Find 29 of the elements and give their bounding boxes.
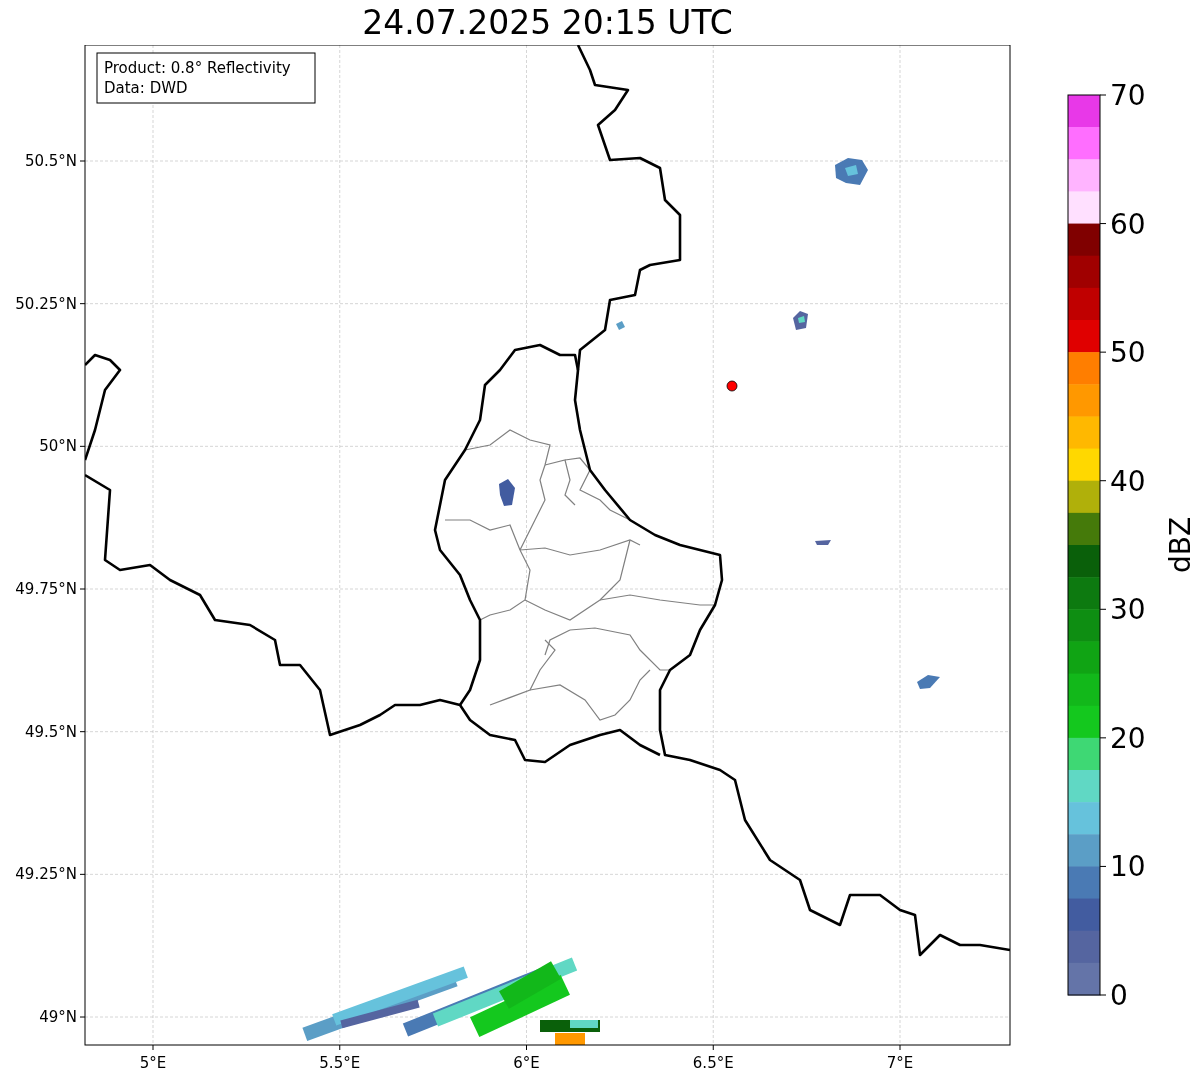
colorbar-tick-label: 10 — [1110, 850, 1146, 884]
colorbar-tick-label: 50 — [1110, 336, 1146, 370]
x-tick-label: 7°E — [886, 1054, 914, 1072]
y-tick-label: 50°N — [39, 437, 77, 456]
station-marker — [726, 380, 738, 392]
colorbar-tick-label: 40 — [1110, 464, 1146, 498]
legend-text: Data: DWD — [104, 79, 188, 97]
y-tick-label: 50.25°N — [15, 294, 77, 313]
radar-echo — [499, 479, 515, 506]
y-tick-label: 49.5°N — [24, 722, 77, 741]
radar-echo — [917, 675, 940, 689]
x-tick-label: 6.5°E — [692, 1054, 734, 1072]
y-tick-label: 49°N — [39, 1008, 77, 1026]
x-tick-label: 5°E — [139, 1054, 167, 1072]
colorbar-tick-label: 0 — [1110, 979, 1128, 1012]
y-tick-label: 49.25°N — [15, 865, 77, 884]
colorbar-tick-label: 20 — [1110, 721, 1146, 755]
legend-text: Product: 0.8° Reflectivity — [104, 59, 291, 77]
colorbar-label: dBZ — [1164, 516, 1197, 574]
y-tick-label: 50.5°N — [24, 152, 77, 170]
radar-echo — [616, 321, 625, 330]
colorbar-tick-label: 70 — [1110, 79, 1146, 112]
colorbar-tick-label: 30 — [1110, 593, 1146, 627]
chart-title: 24.07.2025 20:15 UTC — [361, 2, 734, 44]
x-tick-label: 6°E — [513, 1054, 540, 1072]
x-tick-label: 5.5°E — [319, 1054, 361, 1072]
colorbar-tick-label: 60 — [1110, 207, 1146, 241]
y-tick-label: 49.75°N — [15, 580, 77, 598]
radar-echo — [815, 540, 831, 545]
